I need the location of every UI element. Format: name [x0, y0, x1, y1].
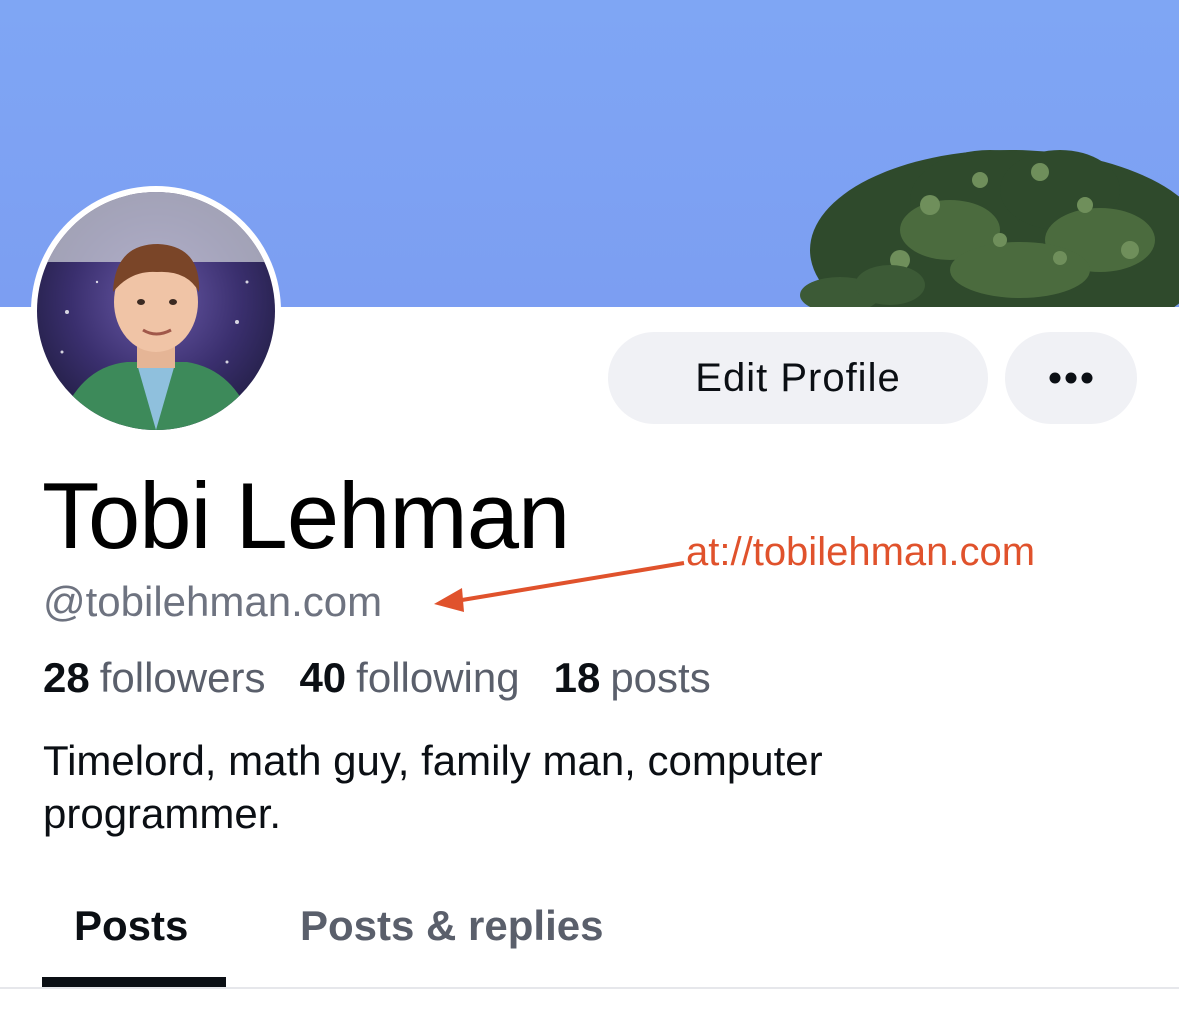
following-stat[interactable]: 40 following [299, 654, 519, 702]
posts-label: posts [610, 654, 711, 701]
tab-posts[interactable]: Posts [74, 902, 188, 950]
handle[interactable]: @tobilehman.com [43, 578, 382, 626]
profile-tabs: Posts Posts & replies [0, 880, 1179, 990]
following-count: 40 [299, 654, 347, 701]
avatar-image [37, 192, 275, 430]
active-tab-indicator [42, 977, 226, 987]
posts-count: 18 [553, 654, 601, 701]
more-options-button[interactable] [1005, 332, 1137, 424]
tab-posts-and-replies[interactable]: Posts & replies [300, 902, 603, 950]
ellipsis-icon [1049, 372, 1093, 384]
annotation-label: at://tobilehman.com [686, 530, 1036, 574]
followers-stat[interactable]: 28 followers [43, 654, 265, 702]
followers-label: followers [99, 654, 266, 701]
tabs-divider [0, 987, 1179, 989]
profile-stats: 28 followers 40 following 18 posts [43, 654, 711, 702]
following-label: following [356, 654, 520, 701]
profile-bio: Timelord, math guy, family man, computer… [43, 737, 823, 837]
display-name: Tobi Lehman [42, 463, 570, 568]
profile-page: Edit Profile Tobi Lehman @tobilehman.com… [0, 0, 1179, 1016]
followers-count: 28 [43, 654, 90, 701]
edit-profile-button[interactable]: Edit Profile [608, 332, 988, 424]
avatar[interactable] [31, 186, 281, 436]
posts-stat: 18 posts [554, 654, 711, 702]
